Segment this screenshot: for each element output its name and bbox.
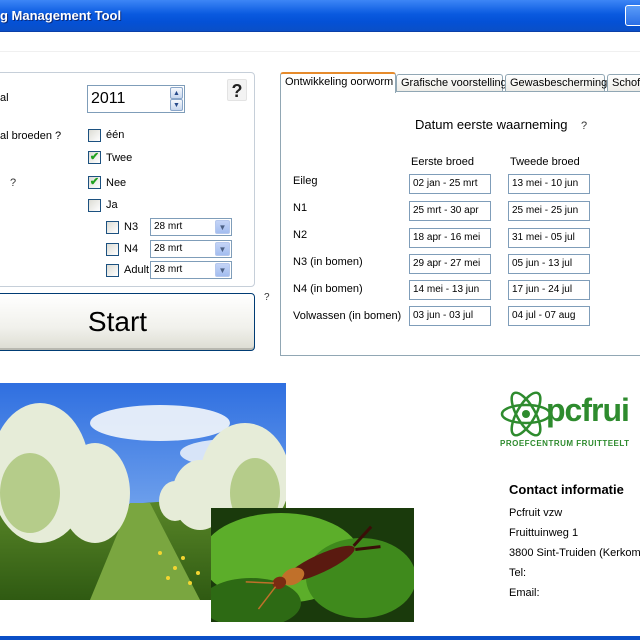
option-one-label: één bbox=[106, 129, 125, 141]
down-arrow-icon[interactable]: ▼ bbox=[170, 99, 183, 111]
adult-date-value: 28 mrt bbox=[154, 264, 183, 275]
year-value: 2011 bbox=[91, 90, 126, 107]
col-second-brood: Tweede broed bbox=[510, 156, 580, 168]
second-brood-field[interactable]: 17 jun - 24 jul bbox=[508, 280, 590, 300]
up-arrow-icon[interactable]: ▲ bbox=[170, 87, 183, 99]
checkbox-adult[interactable] bbox=[106, 264, 119, 277]
stage-adult-label: Adult bbox=[124, 264, 150, 276]
checkbox-yes[interactable] bbox=[88, 199, 101, 212]
contact-tel: Tel: bbox=[509, 567, 527, 579]
contact-org: Pcfruit vzw bbox=[509, 507, 563, 519]
earwig-photo bbox=[211, 508, 414, 622]
tab-strip: Ontwikkeling oorworm Grafische voorstell… bbox=[280, 72, 640, 93]
first-brood-field[interactable]: 02 jan - 25 mrt bbox=[409, 174, 491, 194]
observation-help[interactable]: ? bbox=[581, 120, 587, 132]
stage-label: N1 bbox=[293, 202, 308, 214]
contact-title: Contact informatie bbox=[509, 482, 624, 497]
option-yes-label: Ja bbox=[106, 199, 118, 211]
checkbox-n4[interactable] bbox=[106, 243, 119, 256]
window-title: g Management Tool bbox=[0, 8, 122, 23]
first-brood-field[interactable]: 25 mrt - 30 apr bbox=[409, 201, 491, 221]
year-spinner[interactable]: 2011 ▲ ▼ bbox=[87, 85, 185, 113]
chevron-down-icon[interactable]: ▼ bbox=[215, 220, 230, 234]
first-brood-field[interactable]: 18 apr - 16 mei bbox=[409, 228, 491, 248]
pcfruit-logo: pcfrui PROEFCENTRUM FRUITTEELT bbox=[500, 388, 640, 452]
checkbox-no[interactable]: ✔ bbox=[88, 176, 101, 189]
n3-date-select[interactable]: 28 mrt ▼ bbox=[150, 218, 232, 236]
second-brood-field[interactable]: 13 mei - 10 jun bbox=[508, 174, 590, 194]
option-two-label: Twee bbox=[106, 152, 133, 164]
stage-label: Volwassen (in bomen) bbox=[293, 310, 402, 322]
window-bottom-border bbox=[0, 636, 640, 640]
stage-n3-label: N3 bbox=[124, 221, 139, 233]
option-no-label: Nee bbox=[106, 177, 127, 189]
title-bar: g Management Tool bbox=[0, 0, 640, 32]
stage-n4-label: N4 bbox=[124, 243, 139, 255]
tab-schof[interactable]: Schof bbox=[607, 74, 640, 92]
toolstrip bbox=[0, 32, 640, 52]
stage-label: N4 (in bomen) bbox=[293, 283, 363, 295]
adult-date-select[interactable]: 28 mrt ▼ bbox=[150, 261, 232, 279]
second-brood-field[interactable]: 05 jun - 13 jul bbox=[508, 254, 590, 274]
stage-label: Eileg bbox=[293, 175, 318, 187]
n4-date-select[interactable]: 28 mrt ▼ bbox=[150, 240, 232, 258]
question-help[interactable]: ? bbox=[10, 177, 16, 189]
n4-date-value: 28 mrt bbox=[154, 243, 183, 254]
checkbox-one[interactable] bbox=[88, 129, 101, 142]
tab-ontwikkeling[interactable]: Ontwikkeling oorworm bbox=[280, 72, 396, 93]
contact-street: Fruittuinweg 1 bbox=[509, 527, 579, 539]
second-brood-field[interactable]: 04 jul - 07 aug bbox=[508, 306, 590, 326]
window-control-button[interactable] bbox=[625, 5, 640, 26]
year-label: al bbox=[0, 92, 9, 104]
tab-gewasbescherming[interactable]: Gewasbescherming bbox=[505, 74, 607, 92]
second-brood-field[interactable]: 31 mei - 05 jul bbox=[508, 228, 590, 248]
second-brood-field[interactable]: 25 mei - 25 jun bbox=[508, 201, 590, 221]
chevron-down-icon[interactable]: ▼ bbox=[215, 263, 230, 277]
start-button[interactable]: Start bbox=[0, 293, 255, 351]
contact-email: Email: bbox=[509, 587, 540, 599]
stage-label: N3 (in bomen) bbox=[293, 256, 363, 268]
logo-name: pcfrui bbox=[546, 392, 630, 428]
tab-grafische[interactable]: Grafische voorstelling bbox=[396, 74, 507, 92]
stage-label: N2 bbox=[293, 229, 308, 241]
contact-city: 3800 Sint-Truiden (Kerkom) bbox=[509, 547, 640, 559]
observation-heading: Datum eerste waarneming bbox=[415, 117, 568, 132]
checkbox-two[interactable]: ✔ bbox=[88, 151, 101, 164]
logo-tagline: PROEFCENTRUM FRUITTEELT bbox=[500, 439, 630, 448]
first-brood-field[interactable]: 14 mei - 13 jun bbox=[409, 280, 491, 300]
first-brood-field[interactable]: 29 apr - 27 mei bbox=[409, 254, 491, 274]
help-button[interactable]: ? bbox=[227, 79, 247, 101]
col-first-brood: Eerste broed bbox=[411, 156, 474, 168]
start-help[interactable]: ? bbox=[264, 292, 270, 303]
n3-date-value: 28 mrt bbox=[154, 221, 183, 232]
broods-label: al broeden ? bbox=[0, 130, 62, 142]
chevron-down-icon[interactable]: ▼ bbox=[215, 242, 230, 256]
checkbox-n3[interactable] bbox=[106, 221, 119, 234]
first-brood-field[interactable]: 03 jun - 03 jul bbox=[409, 306, 491, 326]
